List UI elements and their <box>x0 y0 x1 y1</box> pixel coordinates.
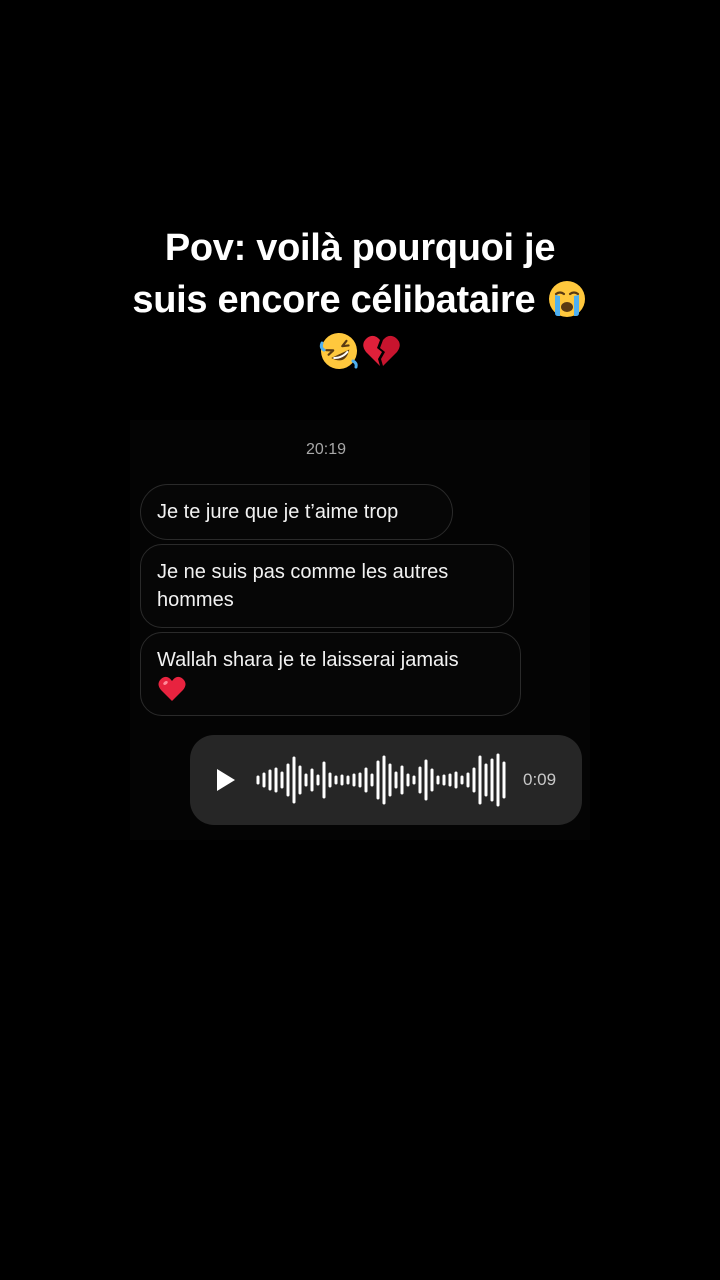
broken-heart-icon <box>363 335 400 366</box>
message-text: Je te jure que je t’aime trop <box>157 501 399 523</box>
red-heart-icon <box>158 676 186 701</box>
message-text: Wallah shara je te laisserai jamais <box>157 649 459 671</box>
message-timestamp: 20:19 <box>305 441 347 458</box>
voice-duration: 0:09 <box>523 770 557 789</box>
caption-line-1: Pov: voilà pourquoi je <box>164 227 556 269</box>
caption-line-2-text: suis encore célibataire <box>132 279 536 321</box>
message-bubble-3[interactable]: Wallah shara je te laisserai jamais <box>140 632 521 716</box>
message-text: Je ne suis pas comme les autres hommes <box>157 561 449 611</box>
audio-waveform[interactable] <box>256 751 508 809</box>
video-caption: Pov: voilà pourquoi je suis encore célib… <box>60 222 660 378</box>
loudly-crying-face-icon <box>548 281 585 317</box>
play-icon[interactable] <box>214 768 238 792</box>
message-bubble-1[interactable]: Je te jure que je t’aime trop <box>140 484 453 540</box>
caption-line-3 <box>60 326 660 378</box>
message-bubble-2[interactable]: Je ne suis pas comme les autres hommes <box>140 544 514 628</box>
rolling-on-floor-laughing-icon <box>319 333 358 369</box>
caption-line-2: suis encore célibataire <box>60 274 660 326</box>
voice-message[interactable]: 0:09 <box>190 735 582 825</box>
